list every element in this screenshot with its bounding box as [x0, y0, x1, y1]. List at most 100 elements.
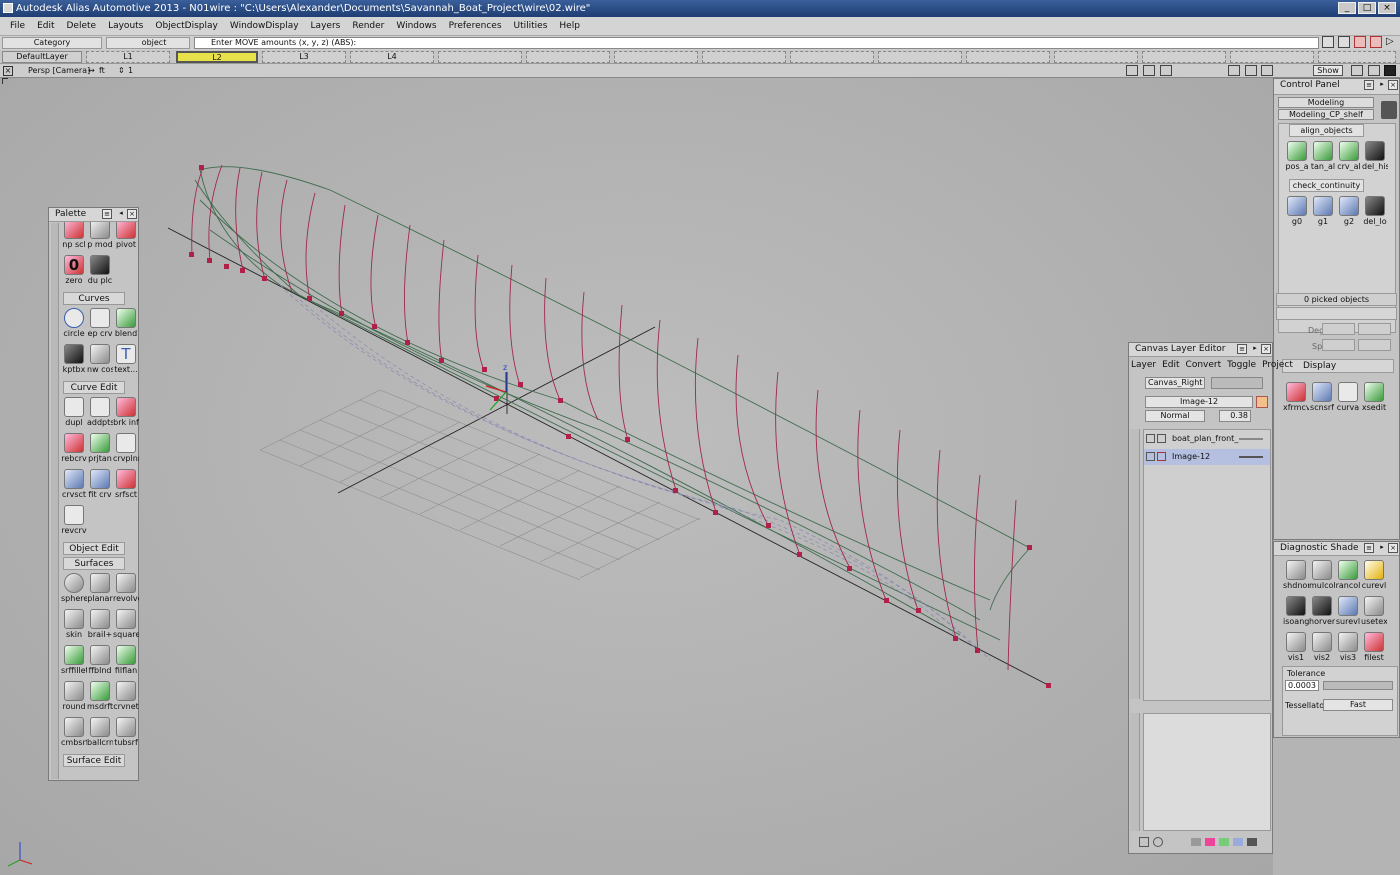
tool-del-his[interactable]: del_his	[1362, 140, 1388, 176]
menu-layouts[interactable]: Layouts	[102, 21, 149, 31]
layer-empty-8[interactable]	[1054, 51, 1138, 63]
cle-scrollbar[interactable]	[1130, 429, 1140, 699]
tool-revcrv[interactable]: revcrv	[61, 504, 87, 540]
tool-msdrft[interactable]: msdrft	[87, 680, 113, 716]
tool-filest[interactable]: filest	[1361, 631, 1387, 667]
mode-select[interactable]: Modeling	[1278, 97, 1374, 108]
ds-menu-icon[interactable]: ≡	[1364, 543, 1374, 553]
tool-ffblnd[interactable]: ffblnd	[87, 644, 113, 680]
fit-icon[interactable]	[1228, 65, 1240, 76]
degree-field-2[interactable]	[1358, 323, 1391, 335]
grid-snap-icon[interactable]	[1322, 36, 1334, 48]
section-surfaces[interactable]: Surfaces	[63, 557, 125, 570]
tool-xsedit[interactable]: xsedit	[1361, 381, 1387, 417]
tool-srfsct[interactable]: srfsct	[113, 468, 139, 504]
tool-prjtan[interactable]: prjtan	[87, 432, 113, 468]
menu-layers[interactable]: Layers	[305, 21, 347, 31]
tool-crvplnr[interactable]: crvplnr	[113, 432, 139, 468]
tool-rancol[interactable]: rancol	[1335, 559, 1361, 595]
canvas-tools-icon[interactable]	[1211, 377, 1263, 389]
curve-snap-icon[interactable]	[1338, 36, 1350, 48]
image-name-field[interactable]: Image-12	[1145, 396, 1253, 408]
default-layer[interactable]: DefaultLayer	[2, 51, 82, 63]
visibility-icon[interactable]	[1146, 434, 1155, 443]
tool-crvsct[interactable]: crvsct	[61, 468, 87, 504]
layout-icon[interactable]	[1368, 65, 1380, 76]
menu-utilities[interactable]: Utilities	[508, 21, 554, 31]
tool-text[interactable]: Ttext...	[113, 343, 139, 379]
eraser-icon[interactable]	[1205, 838, 1215, 846]
menu-windows[interactable]: Windows	[390, 21, 442, 31]
tool-isoang[interactable]: isoang	[1283, 595, 1309, 631]
cle-collapse-icon[interactable]: ▸	[1250, 344, 1260, 354]
layer-l3[interactable]: L3	[262, 51, 346, 63]
fill-icon[interactable]	[1219, 838, 1229, 846]
picked-objects-select[interactable]: 0 picked objects	[1276, 293, 1397, 306]
menu-edit[interactable]: Edit	[31, 21, 60, 31]
ds-close-icon[interactable]: ×	[1388, 543, 1398, 553]
cle-close-icon[interactable]: ×	[1261, 344, 1271, 354]
canvas-select[interactable]: Canvas_Right	[1145, 377, 1205, 389]
display-section[interactable]: Display	[1282, 359, 1394, 373]
tool-ballcrn[interactable]: ballcrn	[87, 716, 113, 752]
play-icon[interactable]: ▷	[1386, 36, 1394, 48]
layer-empty-11[interactable]	[1318, 51, 1396, 63]
camera-icon[interactable]	[1126, 65, 1138, 76]
layer-l4[interactable]: L4	[350, 51, 434, 63]
menu-help[interactable]: Help	[553, 21, 586, 31]
cp-menu-icon[interactable]: ≡	[1364, 80, 1374, 90]
tool-mulcol[interactable]: mulcol	[1309, 559, 1335, 595]
new-canvas-icon[interactable]	[1139, 837, 1149, 847]
tool-tubsrf[interactable]: tubsrf	[113, 716, 139, 752]
tool-sphere[interactable]: sphere	[61, 572, 87, 608]
tool-brail[interactable]: brail+	[87, 608, 113, 644]
tool-pos-a[interactable]: pos_a	[1284, 140, 1310, 176]
cp-close-icon[interactable]: ×	[1388, 80, 1398, 90]
shade-icon[interactable]	[1351, 65, 1363, 76]
section-curves[interactable]: Curves	[63, 292, 125, 305]
degree-field[interactable]	[1322, 323, 1355, 335]
cle-menu-project[interactable]: Project	[1262, 360, 1293, 370]
menu-preferences[interactable]: Preferences	[443, 21, 508, 31]
picked-name-field[interactable]	[1276, 307, 1397, 320]
tessellator-select[interactable]: Fast	[1323, 699, 1393, 711]
section-curve-edit[interactable]: Curve Edit	[63, 381, 125, 394]
move-icon[interactable]	[1261, 65, 1273, 76]
tool-brk-inf[interactable]: brk inf	[113, 396, 139, 432]
tool-round[interactable]: round	[61, 680, 87, 716]
tool-pivot[interactable]: pivot	[113, 222, 139, 254]
tool-g0[interactable]: g0	[1284, 195, 1310, 231]
close-button[interactable]: ×	[1378, 2, 1396, 14]
tool-addpts[interactable]: addpts	[87, 396, 113, 432]
tool-crv-al[interactable]: crv_al	[1336, 140, 1362, 176]
tool-kptbx[interactable]: kptbx	[61, 343, 87, 379]
tool-filflan[interactable]: filflan	[113, 644, 139, 680]
layer-empty-7[interactable]	[966, 51, 1050, 63]
tool-horver[interactable]: horver	[1309, 595, 1335, 631]
maximize-button[interactable]: □	[1358, 2, 1376, 14]
category-field[interactable]: Category	[2, 37, 102, 49]
palette-menu-icon[interactable]: ≡	[102, 209, 112, 219]
tool-srffillet[interactable]: srffillet	[61, 644, 87, 680]
tool-usetex[interactable]: usetex	[1361, 595, 1387, 631]
cle-menu-convert[interactable]: Convert	[1186, 360, 1222, 370]
tool-du-plc[interactable]: du plc	[87, 254, 113, 290]
tool-cmbsrf[interactable]: cmbsrf	[61, 716, 87, 752]
tool-nw-cos[interactable]: nw cos	[87, 343, 113, 379]
cle-menu-icon[interactable]: ≡	[1237, 344, 1247, 354]
layer-row-selected[interactable]: Image-12	[1144, 449, 1270, 465]
spans-field[interactable]	[1322, 339, 1355, 351]
cle-menu-layer[interactable]: Layer	[1131, 360, 1156, 370]
tool-g2[interactable]: g2	[1336, 195, 1362, 231]
tool-scnsrf[interactable]: scnsrf	[1309, 381, 1335, 417]
tool-p-mod[interactable]: p mod	[87, 222, 113, 254]
tool-planar[interactable]: planar	[87, 572, 113, 608]
palette-close-icon[interactable]: ×	[127, 209, 137, 219]
tolerance-field[interactable]: 0.0003	[1285, 680, 1319, 691]
tool-skin[interactable]: skin	[61, 608, 87, 644]
menu-delete[interactable]: Delete	[61, 21, 103, 31]
section-object-edit[interactable]: Object Edit	[63, 542, 125, 555]
menu-render[interactable]: Render	[346, 21, 390, 31]
blend-mode-select[interactable]: Normal	[1145, 410, 1205, 422]
menu-file[interactable]: File	[4, 21, 31, 31]
